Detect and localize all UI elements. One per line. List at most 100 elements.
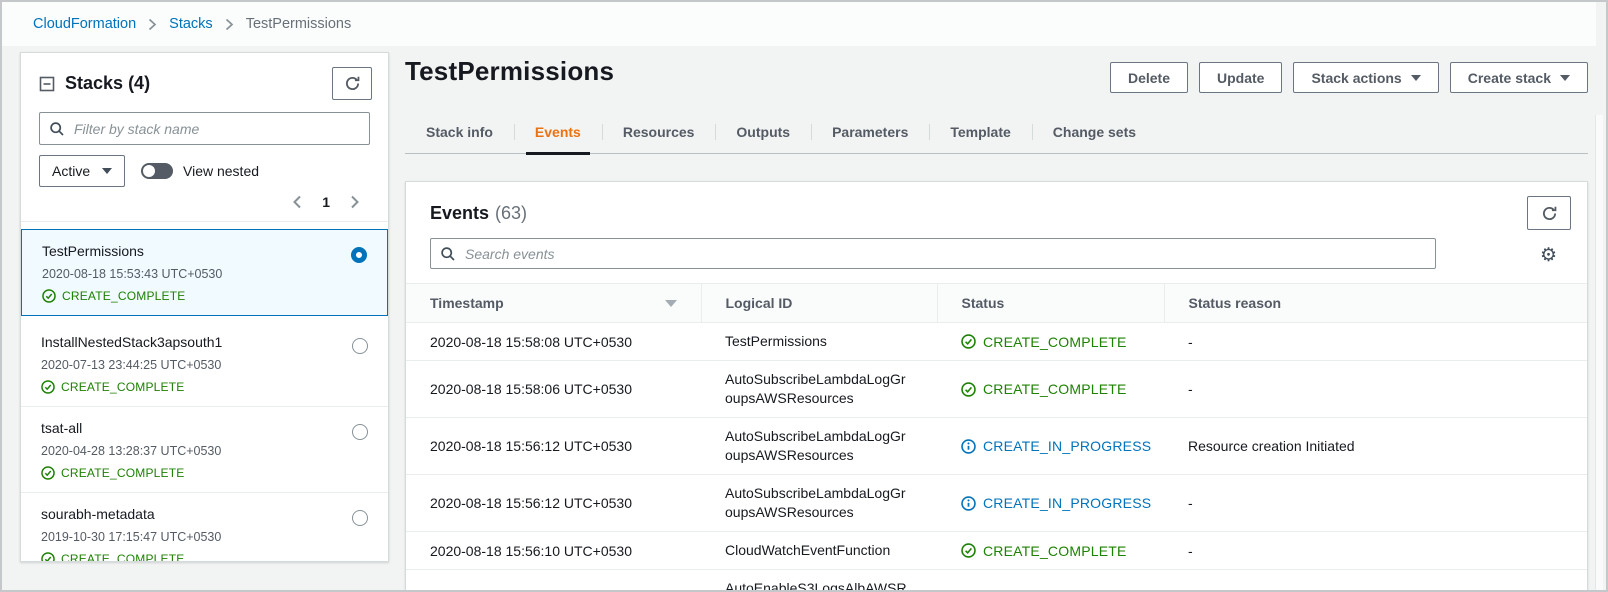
tab-events[interactable]: Events xyxy=(514,113,602,153)
stack-list: TestPermissions 2020-08-18 15:53:43 UTC+0… xyxy=(21,229,388,562)
event-status-reason: Resource creation Initiated xyxy=(1164,418,1587,475)
events-table-body: 2020-08-18 15:58:08 UTC+0530TestPermissi… xyxy=(406,323,1587,592)
event-status-reason: - xyxy=(1164,532,1587,570)
dropdown-value: Active xyxy=(52,163,90,179)
status-success-icon xyxy=(41,552,55,562)
collapse-panel-icon[interactable] xyxy=(39,76,55,92)
tab-outputs[interactable]: Outputs xyxy=(715,113,811,153)
event-status-reason: - xyxy=(1164,361,1587,418)
delete-button[interactable]: Delete xyxy=(1110,62,1188,93)
chevron-down-icon xyxy=(1411,75,1421,81)
column-header-timestamp[interactable]: Timestamp xyxy=(406,284,701,323)
stack-timestamp: 2020-07-13 23:44:25 UTC+0530 xyxy=(41,358,368,372)
stack-item-tsat-all[interactable]: tsat-all2020-04-28 13:28:37 UTC+0530CREA… xyxy=(21,406,388,492)
status-success-icon xyxy=(41,380,55,394)
stack-filter xyxy=(39,112,370,145)
page-scrollbar[interactable] xyxy=(1595,115,1603,590)
status-in-progress-icon xyxy=(961,496,976,511)
breadcrumb-separator-icon xyxy=(225,18,234,31)
breadcrumb-current-testpermissions: TestPermissions xyxy=(246,16,352,32)
stack-status-filter-dropdown[interactable]: Active xyxy=(39,155,125,187)
stack-actions-button[interactable]: Stack actions xyxy=(1293,62,1438,93)
stack-status-label: CREATE_COMPLETE xyxy=(62,289,185,303)
page-number[interactable]: 1 xyxy=(322,194,330,210)
tab-resources[interactable]: Resources xyxy=(602,113,716,153)
event-status: CREATE_COMPLETE xyxy=(937,570,1164,592)
column-header-logical-id: Logical ID xyxy=(701,284,937,323)
event-status-label: CREATE_IN_PROGRESS xyxy=(983,495,1151,511)
sidebar-controls: Active View nested xyxy=(21,155,388,187)
breadcrumb-link-stacks[interactable]: Stacks xyxy=(169,16,213,32)
events-panel-title: Events(63) xyxy=(430,203,527,224)
event-status: CREATE_IN_PROGRESS xyxy=(937,475,1164,532)
stack-status-label: CREATE_COMPLETE xyxy=(61,380,184,394)
events-panel: Events(63) ⚙ xyxy=(405,181,1588,592)
stack-radio[interactable] xyxy=(351,247,367,263)
event-status: CREATE_COMPLETE xyxy=(937,323,1164,361)
events-count: (63) xyxy=(495,203,527,223)
event-status-label: CREATE_COMPLETE xyxy=(983,381,1127,397)
stack-status-label: CREATE_COMPLETE xyxy=(61,466,184,480)
status-success-icon xyxy=(961,334,976,349)
toggle-switch[interactable] xyxy=(141,163,173,179)
event-row: 2020-08-18 15:55:41 UTC+0530AutoEnableS3… xyxy=(406,570,1587,592)
stack-radio[interactable] xyxy=(352,424,368,440)
events-refresh-button[interactable] xyxy=(1527,196,1571,230)
view-nested-toggle[interactable]: View nested xyxy=(141,163,259,179)
event-logical-id: AutoSubscribeLambdaLogGroupsAWSResources xyxy=(701,475,937,532)
status-success-icon xyxy=(42,289,56,303)
tab-stack-info[interactable]: Stack info xyxy=(405,113,514,153)
status-success-icon xyxy=(961,382,976,397)
settings-gear-icon[interactable]: ⚙ xyxy=(1540,244,1571,265)
create-stack-button[interactable]: Create stack xyxy=(1450,62,1588,93)
update-button[interactable]: Update xyxy=(1199,62,1282,93)
toggle-label: View nested xyxy=(183,163,259,179)
stack-item-installnestedstack3apsouth1[interactable]: InstallNestedStack3apsouth12020-07-13 23… xyxy=(21,321,388,406)
pager-next-button[interactable] xyxy=(348,193,362,211)
stacks-refresh-button[interactable] xyxy=(332,67,372,100)
chevron-down-icon xyxy=(1560,75,1570,81)
button-label: Create stack xyxy=(1468,70,1551,86)
breadcrumb-link-cloudformation[interactable]: CloudFormation xyxy=(33,16,136,32)
button-label: Update xyxy=(1217,70,1264,86)
stacks-sidebar: Stacks (4) Active View nested xyxy=(20,52,389,562)
tab-parameters[interactable]: Parameters xyxy=(811,113,929,153)
stack-status-label: CREATE_COMPLETE xyxy=(61,552,184,562)
event-status-reason: - xyxy=(1164,475,1587,532)
stacks-count: (4) xyxy=(128,73,150,93)
status-success-icon xyxy=(41,466,55,480)
breadcrumb-separator-icon xyxy=(148,18,157,31)
sidebar-pagination: 1 xyxy=(21,187,388,221)
stack-name: TestPermissions xyxy=(42,243,367,259)
stack-item-testpermissions[interactable]: TestPermissions 2020-08-18 15:53:43 UTC+0… xyxy=(21,229,388,316)
stack-status-badge: CREATE_COMPLETE xyxy=(41,552,368,562)
tab-template[interactable]: Template xyxy=(929,113,1031,153)
event-row: 2020-08-18 15:58:06 UTC+0530AutoSubscrib… xyxy=(406,361,1587,418)
event-status-label: CREATE_COMPLETE xyxy=(983,543,1127,559)
event-status-reason: - xyxy=(1164,323,1587,361)
pager-prev-button[interactable] xyxy=(290,193,304,211)
tab-change-sets[interactable]: Change sets xyxy=(1032,113,1157,153)
stack-timestamp: 2020-08-18 15:53:43 UTC+0530 xyxy=(42,267,367,281)
button-label: Stack actions xyxy=(1311,70,1401,86)
breadcrumb-bar: CloudFormation Stacks TestPermissions xyxy=(2,2,1596,46)
breadcrumb: CloudFormation Stacks TestPermissions xyxy=(33,16,351,32)
stack-item-sourabh-metadata[interactable]: sourabh-metadata2019-10-30 17:15:47 UTC+… xyxy=(21,492,388,562)
event-row: 2020-08-18 15:56:12 UTC+0530AutoSubscrib… xyxy=(406,418,1587,475)
stack-radio[interactable] xyxy=(352,338,368,354)
event-logical-id: CloudWatchEventFunction xyxy=(701,532,937,570)
event-status-reason xyxy=(1164,570,1587,592)
stack-filter-input[interactable] xyxy=(39,112,370,145)
event-timestamp: 2020-08-18 15:56:12 UTC+0530 xyxy=(406,418,701,475)
event-timestamp: 2020-08-18 15:58:06 UTC+0530 xyxy=(406,361,701,418)
events-search-input[interactable] xyxy=(430,238,1436,269)
chevron-down-icon xyxy=(102,168,112,174)
cloudformation-console: CloudFormation Stacks TestPermissions Stac… xyxy=(0,0,1608,592)
refresh-icon xyxy=(344,75,361,92)
events-table: Timestamp Logical ID Status Status reaso… xyxy=(406,283,1587,592)
stack-status-badge: CREATE_COMPLETE xyxy=(41,380,368,394)
event-logical-id: AutoSubscribeLambdaLogGroupsAWSResources xyxy=(701,361,937,418)
stack-radio[interactable] xyxy=(352,510,368,526)
refresh-icon xyxy=(1541,205,1558,222)
event-logical-id: TestPermissions xyxy=(701,323,937,361)
